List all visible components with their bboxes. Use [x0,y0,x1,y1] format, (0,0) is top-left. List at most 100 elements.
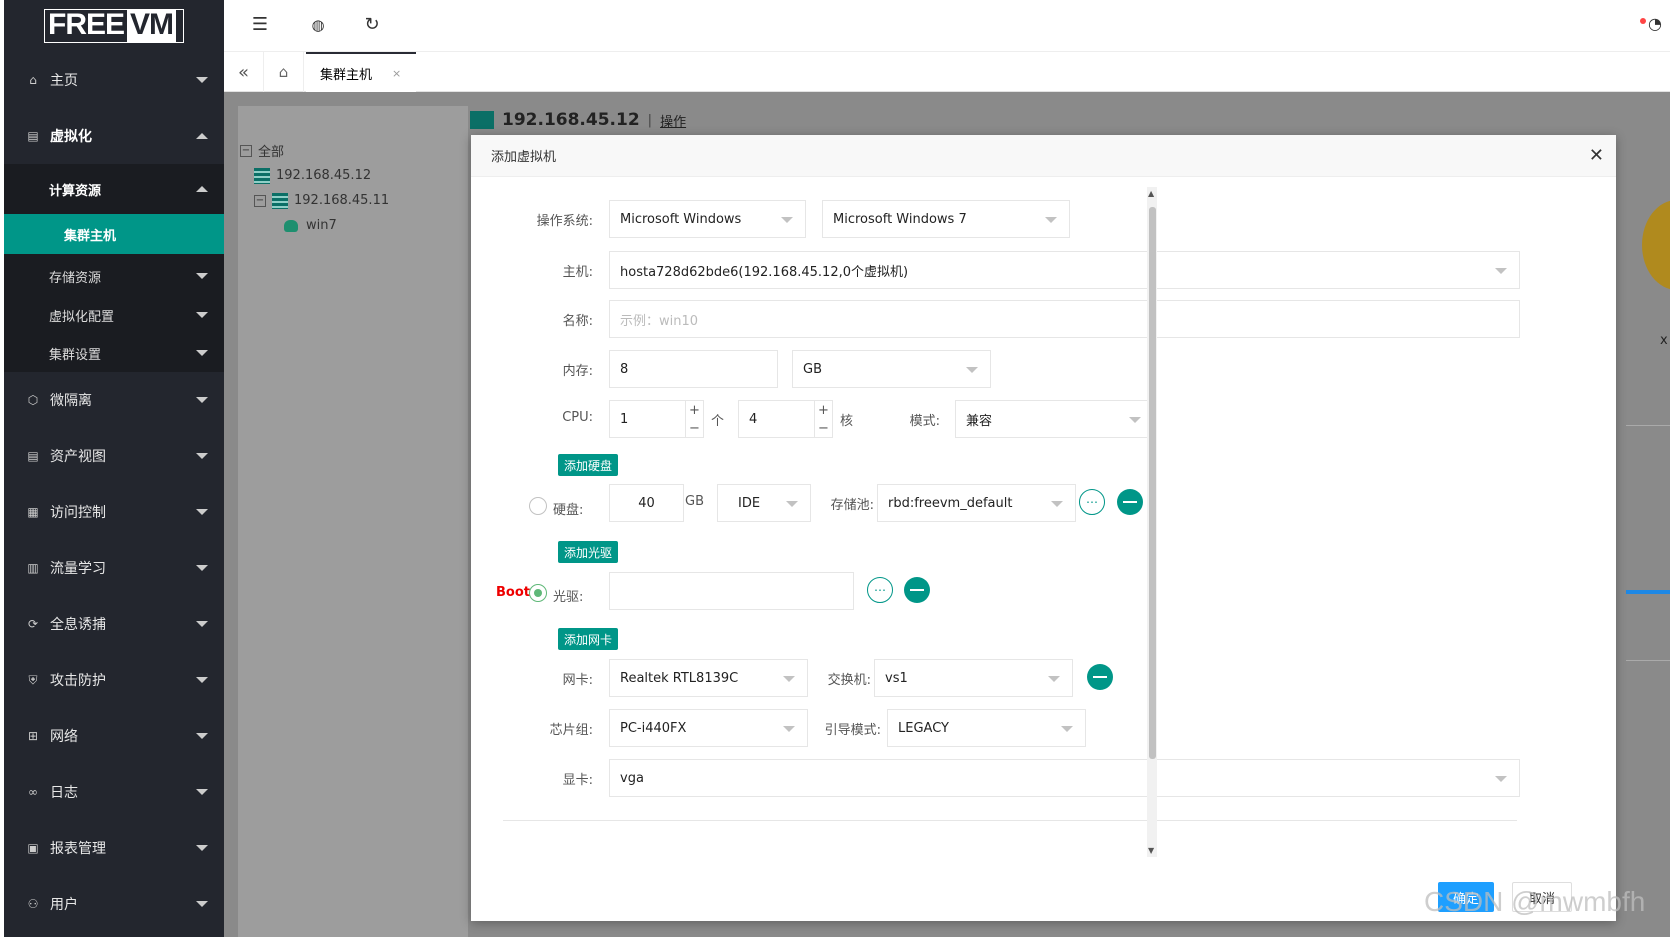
disk-size-unit: GB [685,494,704,509]
cpu-cores-stepper[interactable]: + − [814,401,832,437]
server-icon [254,167,270,184]
storage-pool-select[interactable]: rbd:freevm_default [877,484,1076,522]
refresh-icon[interactable]: ↻ [360,14,384,35]
asset-view-icon: ▤ [27,449,39,463]
sidebar-item-cluster-settings[interactable]: 集群设置 [4,334,224,372]
access-control-icon: ▦ [27,505,39,519]
chevron-down-icon [1495,776,1507,782]
plus-icon[interactable]: + [689,403,700,418]
top-bar: ☰ ◍ ↻ ◔ [224,0,1670,52]
gpu-select[interactable]: vga [609,759,1520,797]
sidebar-item-home[interactable]: ⌂ 主页 [4,52,224,108]
disk-size-value: 40 [638,495,655,511]
collapse-icon[interactable]: − [240,144,252,157]
switch-select[interactable]: vs1 [874,659,1073,697]
name-input[interactable]: 示例：win10 [609,300,1520,338]
chevron-down-icon [196,733,208,739]
remove-disk-button[interactable] [1117,489,1143,515]
watermark: CSDN @mwmbfh [1424,886,1646,917]
cpu-count-input[interactable]: 1 + − [609,400,704,438]
operation-link[interactable]: 操作 [660,111,686,130]
boot-mode-select[interactable]: LEGACY [887,709,1086,747]
close-icon[interactable]: ✕ [1589,145,1604,166]
remove-cdrom-button[interactable] [904,577,930,603]
cdrom-boot-radio[interactable] [529,584,547,602]
sidebar-item-log[interactable]: ∞ 日志 [4,764,224,820]
sidebar-item-attack-defense[interactable]: ⛨ 攻击防护 [4,652,224,708]
memory-unit-select[interactable]: GB [792,350,991,388]
sidebar-item-storage[interactable]: 存储资源 [4,256,224,296]
chevron-down-icon [196,312,208,318]
minus-icon[interactable]: − [689,421,700,436]
tree-node-host[interactable]: 192.168.45.12 [240,163,389,188]
host-select[interactable]: hosta728d62bde6(192.168.45.12,0个虚拟机) [609,251,1520,289]
cdrom-input[interactable] [609,572,854,610]
remove-nic-button[interactable] [1087,664,1113,690]
collapse-icon[interactable]: − [254,194,266,207]
chevron-down-icon [196,565,208,571]
traffic-learning-icon: ▥ [27,561,39,575]
tree-node-label: 192.168.45.12 [276,168,372,183]
add-disk-button[interactable]: 添加硬盘 [558,454,619,476]
sidebar-item-cluster-host[interactable]: 集群主机 [4,214,224,254]
dialog-scrollbar[interactable]: ▲ ▼ [1147,187,1157,857]
sidebar-item-virtualization[interactable]: ▤ 虚拟化 [4,108,224,164]
palette-icon[interactable]: ◔ [1648,14,1662,33]
close-icon[interactable]: × [392,67,401,80]
nic-model-select[interactable]: Realtek RTL8139C [609,659,808,697]
plus-icon[interactable]: + [818,403,829,418]
minus-icon[interactable]: − [818,421,829,436]
network-icon: ⊞ [27,729,39,743]
sidebar-item-report[interactable]: ▣ 报表管理 [4,820,224,876]
sidebar-item-asset-view[interactable]: ▤ 资产视图 [4,428,224,484]
memory-input[interactable]: 8 [609,350,778,388]
add-cdrom-button[interactable]: 添加光驱 [558,541,619,563]
chipset-select[interactable]: PC-i440FX [609,709,808,747]
scroll-down-icon[interactable]: ▼ [1148,846,1154,855]
tab-cluster-host[interactable]: 集群主机 × [306,52,416,92]
disk-size-input[interactable]: 40 [609,484,684,522]
pool-label: 存储池: [830,498,874,513]
chevron-down-icon [1051,501,1063,507]
chevron-down-icon [783,726,795,732]
tab-label: 集群主机 [320,67,373,83]
disk-bus-select[interactable]: IDE [717,484,811,522]
user-icon: ⚇ [27,897,39,911]
sidebar-item-honeypot[interactable]: ⟳ 全息诱捕 [4,596,224,652]
double-chevron-left-icon[interactable]: « [224,52,264,92]
tree-node-label: win7 [306,218,337,233]
add-nic-button[interactable]: 添加网卡 [558,628,619,650]
globe-icon[interactable]: ◍ [306,16,330,34]
chevron-down-icon [196,350,208,356]
cpu-cores-input[interactable]: 4 + − [738,400,833,438]
tree-node-vm[interactable]: win7 [240,213,389,238]
cpu-count-stepper[interactable]: + − [685,401,703,437]
os-family-select[interactable]: Microsoft Windows [609,200,806,238]
tree-node-host[interactable]: − 192.168.45.11 [240,188,389,213]
sidebar-item-traffic-learning[interactable]: ▥ 流量学习 [4,540,224,596]
sidebar-item-user[interactable]: ⚇ 用户 [4,876,224,932]
tab-bar: « ⌂ 集群主机 × [224,52,1670,92]
more-icon[interactable]: ⋯ [1079,489,1105,515]
attack-defense-icon: ⛨ [28,672,38,687]
sidebar-item-compute[interactable]: 计算资源 [4,164,224,214]
sidebar-item-access-control[interactable]: ▦ 访问控制 [4,484,224,540]
cpu-mode-select[interactable]: 兼容 [955,400,1154,438]
more-icon[interactable]: ⋯ [867,577,893,603]
menu-toggle-icon[interactable]: ☰ [248,14,272,35]
memory-label: 内存: [562,364,593,379]
sidebar-item-network[interactable]: ⊞ 网络 [4,708,224,764]
scrollbar-thumb[interactable] [1149,207,1156,759]
tree-node-root[interactable]: − 全部 [240,138,389,163]
disk-boot-radio[interactable] [529,497,547,515]
sidebar-item-micro-isolation[interactable]: ⬡ 微隔离 [4,372,224,428]
gpu-label: 显卡: [562,773,593,788]
memory-unit-value: GB [803,361,822,377]
scroll-up-icon[interactable]: ▲ [1148,189,1154,198]
home-tab-icon[interactable]: ⌂ [264,52,304,92]
os-version-select[interactable]: Microsoft Windows 7 [822,200,1070,238]
logo: FREE VM [4,0,224,52]
sidebar-item-virt-config[interactable]: 虚拟化配置 [4,296,224,334]
dialog-header: 添加虚拟机 ✕ [471,135,1616,177]
sidebar-item-label: 访问控制 [50,505,106,521]
